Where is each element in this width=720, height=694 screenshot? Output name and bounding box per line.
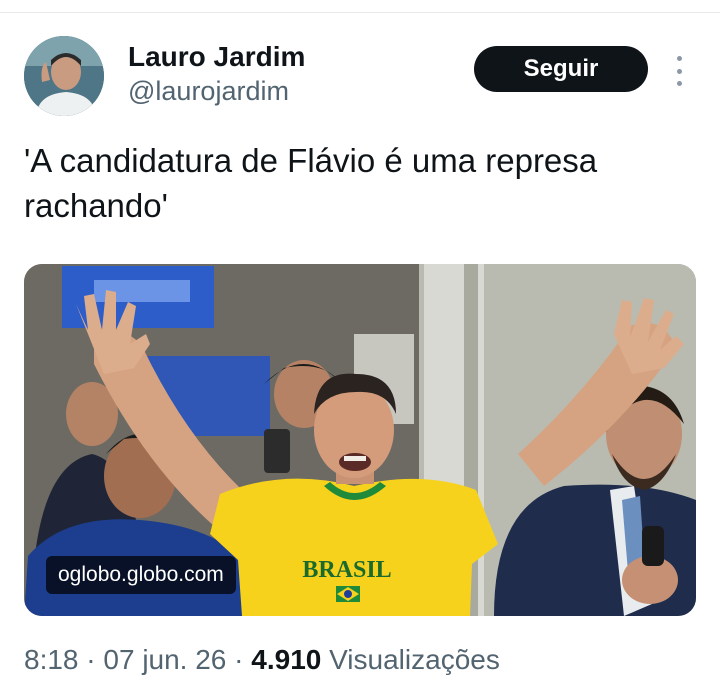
avatar[interactable] xyxy=(24,36,104,116)
author-display-name[interactable]: Lauro Jardim xyxy=(128,40,305,74)
tweet-header: Lauro Jardim @laurojardim Seguir xyxy=(24,36,696,120)
tweet-date[interactable]: 07 jun. 26 xyxy=(103,644,226,675)
follow-button[interactable]: Seguir xyxy=(474,46,648,92)
tweet-meta: 8:18 · 07 jun. 26 · 4.910 Visualizações xyxy=(24,644,500,676)
meta-separator: · xyxy=(78,644,104,675)
views-label: Visualizações xyxy=(321,644,500,675)
tweet-text: 'A candidatura de Flávio é uma represa r… xyxy=(24,142,598,224)
meta-separator: · xyxy=(226,644,252,675)
source-badge[interactable]: oglobo.globo.com xyxy=(46,556,236,594)
more-options-icon[interactable] xyxy=(672,56,686,86)
tweet-photo[interactable]: BRASIL oglobo.globo.com xyxy=(24,264,696,616)
views-count[interactable]: 4.910 xyxy=(251,644,321,675)
shirt-text: BRASIL xyxy=(302,557,391,583)
tweet-time[interactable]: 8:18 xyxy=(24,644,79,675)
author-names: Lauro Jardim @laurojardim xyxy=(128,40,305,108)
top-divider xyxy=(0,12,720,13)
author-handle[interactable]: @laurojardim xyxy=(128,74,305,108)
